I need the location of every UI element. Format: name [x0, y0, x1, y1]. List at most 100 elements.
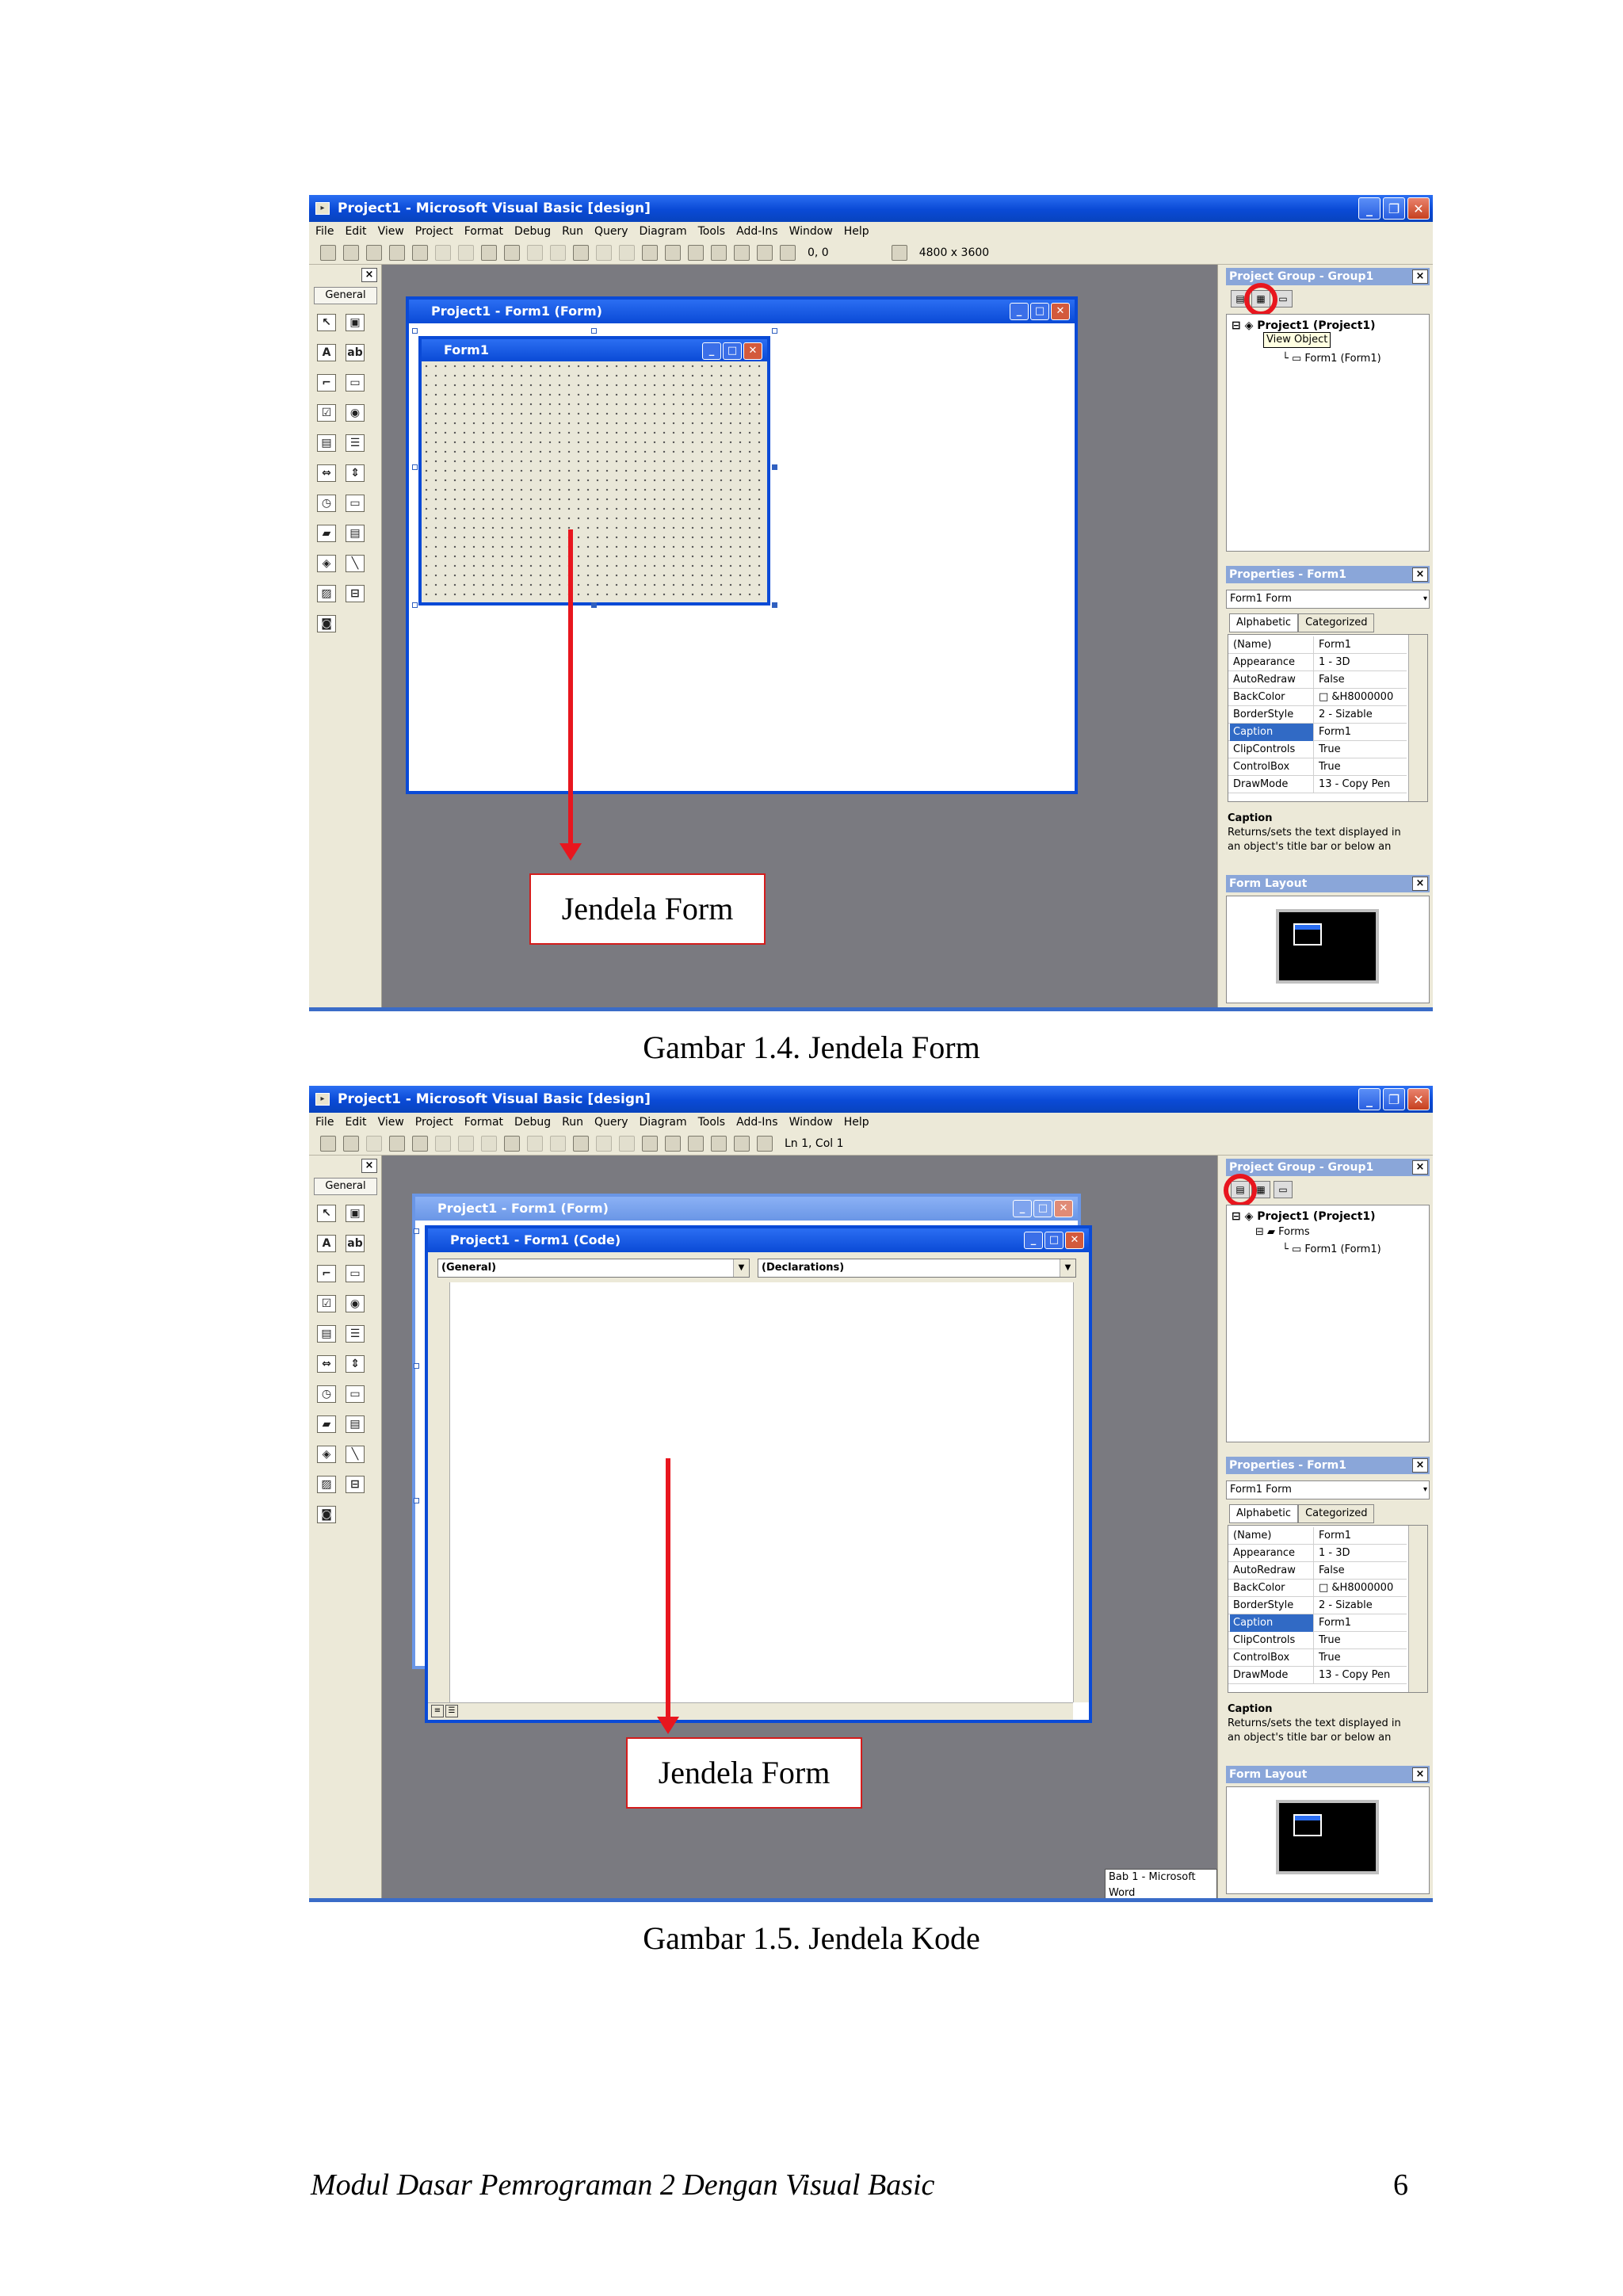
form1-close-icon[interactable]: ✕ — [743, 342, 762, 360]
project-group-close-icon[interactable]: × — [1412, 1160, 1428, 1175]
end-icon[interactable] — [619, 244, 635, 261]
textbox-tool-icon[interactable]: ab — [346, 344, 365, 361]
textbox-tool-icon[interactable]: ab — [346, 1235, 365, 1252]
form-minimize-icon[interactable]: _ — [1013, 1200, 1032, 1217]
copy-icon[interactable] — [458, 244, 474, 261]
pointer-tool-icon[interactable]: ↖ — [317, 1205, 336, 1222]
form-designer-window[interactable]: Project1 - Form1 (Form) _ □ ✕ Form1 _ □ … — [406, 296, 1078, 794]
menu-query[interactable]: Query — [594, 225, 628, 238]
form1-design-grid[interactable] — [422, 361, 767, 602]
properties-scrollbar[interactable] — [1408, 635, 1427, 801]
resize-handle[interactable] — [591, 328, 597, 334]
start-icon[interactable] — [573, 244, 589, 261]
resize-handle[interactable] — [414, 1363, 419, 1369]
menu-edit[interactable]: Edit — [345, 225, 366, 238]
checkbox-tool-icon[interactable]: ☑ — [317, 404, 336, 422]
menu-run[interactable]: Run — [562, 1116, 583, 1129]
filelistbox-tool-icon[interactable]: ▤ — [346, 1415, 365, 1433]
listbox-tool-icon[interactable]: ☰ — [346, 1325, 365, 1343]
code-window[interactable]: Project1 - Form1 (Code) _ □ ✕ (General) ▼… — [425, 1225, 1092, 1723]
form-minimize-icon[interactable]: _ — [1010, 303, 1029, 320]
property-row[interactable]: BackColor □ &H8000000 — [1228, 1580, 1407, 1597]
dirlistbox-tool-icon[interactable]: ▰ — [317, 1415, 336, 1433]
menu-query[interactable]: Query — [594, 1116, 628, 1129]
property-row[interactable]: AutoRedraw False — [1228, 1562, 1407, 1580]
tab-alphabetic[interactable]: Alphabetic — [1229, 613, 1299, 632]
form1-window[interactable]: Form1 _ □ ✕ — [418, 336, 770, 606]
property-row[interactable]: Appearance 1 - 3D — [1228, 654, 1407, 671]
find-icon[interactable] — [504, 244, 520, 261]
form-maximize-icon[interactable]: □ — [1033, 1200, 1052, 1217]
menu-diagram[interactable]: Diagram — [640, 1116, 687, 1129]
property-row-selected[interactable]: Caption Form1 — [1228, 724, 1407, 741]
properties-window-icon[interactable] — [665, 244, 681, 261]
add-form-icon[interactable] — [343, 244, 359, 261]
commandbutton-tool-icon[interactable]: ▭ — [346, 1265, 365, 1282]
picturebox-tool-icon[interactable]: ▣ — [346, 1205, 365, 1222]
property-row[interactable]: BorderStyle 2 - Sizable — [1228, 706, 1407, 724]
menu-diagram[interactable]: Diagram — [640, 225, 687, 238]
code-maximize-icon[interactable]: □ — [1044, 1232, 1064, 1249]
menu-project[interactable]: Project — [415, 225, 453, 238]
property-row[interactable]: DrawMode 13 - Copy Pen — [1228, 1667, 1407, 1684]
tree-form-node[interactable]: └ ▭ Form1 (Form1) — [1282, 353, 1381, 365]
find-icon[interactable] — [504, 1135, 520, 1152]
menu-run[interactable]: Run — [562, 225, 583, 238]
label-tool-icon[interactable]: A — [317, 1235, 336, 1252]
toggle-folders-icon[interactable]: ▭ — [1274, 1181, 1293, 1198]
project-explorer-icon[interactable] — [642, 244, 658, 261]
code-close-icon[interactable]: ✕ — [1065, 1232, 1084, 1249]
undo-icon[interactable] — [527, 244, 543, 261]
object-browser-icon[interactable] — [711, 244, 727, 261]
toolbox-icon[interactable] — [734, 1135, 750, 1152]
tab-alphabetic[interactable]: Alphabetic — [1229, 1504, 1299, 1523]
menu-debug[interactable]: Debug — [514, 1116, 551, 1129]
toolbox-close-icon[interactable]: × — [361, 268, 377, 282]
toolbox-icon[interactable] — [734, 244, 750, 261]
resize-handle[interactable] — [772, 602, 777, 608]
resize-handle[interactable] — [414, 1498, 419, 1503]
property-row[interactable]: ControlBox True — [1228, 1649, 1407, 1667]
redo-icon[interactable] — [550, 244, 566, 261]
ole-tool-icon[interactable]: ◙ — [317, 615, 336, 632]
property-row[interactable]: Appearance 1 - 3D — [1228, 1545, 1407, 1562]
save-project-icon[interactable] — [412, 244, 428, 261]
vscrollbar-tool-icon[interactable]: ⇕ — [346, 464, 365, 482]
tree-project-node[interactable]: ⊟ ◈ Project1 (Project1) — [1232, 319, 1376, 332]
optionbutton-tool-icon[interactable]: ◉ — [346, 404, 365, 422]
property-row[interactable]: ClipControls True — [1228, 1632, 1407, 1649]
menu-help[interactable]: Help — [844, 225, 869, 238]
close-button[interactable]: ✕ — [1407, 1088, 1430, 1110]
form-layout-close-icon[interactable]: × — [1412, 1767, 1428, 1782]
menu-view[interactable]: View — [378, 225, 404, 238]
tree-project-node[interactable]: ⊟ ◈ Project1 (Project1) — [1232, 1210, 1376, 1223]
resize-handle[interactable] — [772, 328, 777, 334]
menu-edit[interactable]: Edit — [345, 1116, 366, 1129]
commandbutton-tool-icon[interactable]: ▭ — [346, 374, 365, 392]
form-position-marker[interactable] — [1293, 923, 1322, 946]
property-row[interactable]: BackColor □ &H8000000 — [1228, 689, 1407, 706]
resize-handle[interactable] — [772, 464, 777, 470]
resize-handle[interactable] — [412, 328, 418, 334]
minimize-button[interactable]: _ — [1358, 1088, 1381, 1110]
property-row[interactable]: (Name) Form1 — [1228, 1527, 1407, 1545]
add-form-icon[interactable] — [343, 1135, 359, 1152]
dirlistbox-tool-icon[interactable]: ▰ — [317, 525, 336, 542]
toolbox-general-tab[interactable]: General — [314, 1178, 377, 1195]
shape-tool-icon[interactable]: ◈ — [317, 1446, 336, 1463]
data-tool-icon[interactable]: ⊟ — [346, 585, 365, 602]
tree-forms-folder[interactable]: ⊟ ▰ Forms — [1255, 1226, 1310, 1238]
procedure-view-icon[interactable]: ≡ — [431, 1705, 444, 1717]
menu-addins[interactable]: Add-Ins — [736, 1116, 777, 1129]
vscrollbar-tool-icon[interactable]: ⇕ — [346, 1355, 365, 1373]
form-layout-icon[interactable] — [688, 1135, 704, 1152]
paste-icon[interactable] — [481, 244, 497, 261]
add-project-icon[interactable] — [320, 244, 336, 261]
minimize-button[interactable]: _ — [1358, 197, 1381, 220]
start-icon[interactable] — [573, 1135, 589, 1152]
procedure-combo[interactable]: (Declarations) ▼ — [758, 1259, 1076, 1278]
open-project-icon[interactable] — [389, 1135, 405, 1152]
property-row[interactable]: ClipControls True — [1228, 741, 1407, 758]
tab-categorized[interactable]: Categorized — [1298, 613, 1375, 632]
form1-maximize-icon[interactable]: □ — [723, 342, 742, 360]
